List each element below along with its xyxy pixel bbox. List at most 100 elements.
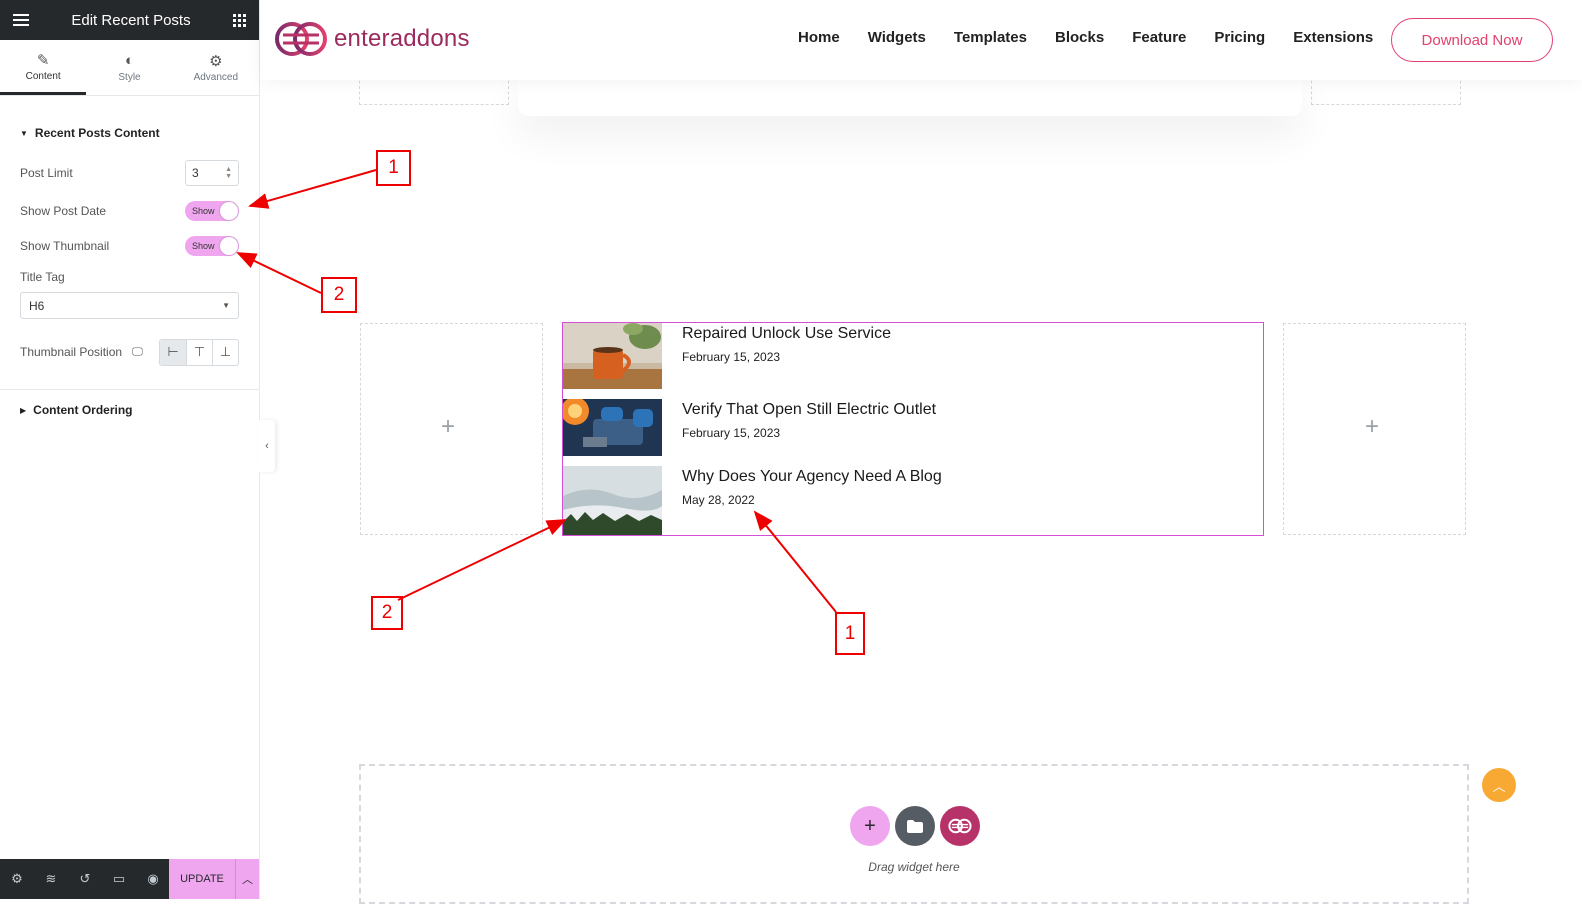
tab-style[interactable]: ◐ Style (86, 40, 172, 95)
history-icon[interactable]: ↺ (68, 871, 102, 887)
post-limit-row: Post Limit 3 ▲ ▼ (0, 158, 259, 188)
toggle-knob (220, 237, 238, 255)
recent-posts-widget[interactable]: Repaired Unlock Use Service February 15,… (562, 322, 1264, 536)
stepper-arrows-icon[interactable]: ▲ ▼ (225, 166, 232, 180)
panel-tabs: ✎ Content ◐ Style ⚙ Advanced (0, 40, 259, 96)
list-item: Why Does Your Agency Need A Blog May 28,… (563, 466, 1263, 535)
show-post-date-toggle[interactable]: Show (185, 201, 239, 221)
title-tag-row: Title Tag (0, 262, 259, 292)
add-section-plus-icon[interactable]: + (850, 806, 890, 846)
post-thumbnail[interactable] (563, 466, 662, 535)
tab-style-label: Style (118, 72, 141, 83)
toggle-knob (220, 202, 238, 220)
annotation-label-2-canvas: 2 (371, 596, 403, 630)
caret-right-icon: ▶ (20, 405, 27, 415)
post-body: Repaired Unlock Use Service February 15,… (682, 323, 891, 389)
nav-widgets[interactable]: Widgets (868, 29, 926, 46)
preview-eye-icon[interactable]: ◉ (136, 871, 170, 887)
show-post-date-label: Show Post Date (20, 204, 107, 218)
position-bottom-icon[interactable]: ⊥ (212, 339, 238, 365)
main-nav: Home Widgets Templates Blocks Feature Pr… (798, 29, 1401, 46)
post-limit-label: Post Limit (20, 166, 73, 180)
logo-text: enteraddons (334, 25, 470, 52)
annotation-label-2: 2 (321, 277, 357, 313)
post-body: Why Does Your Agency Need A Blog May 28,… (682, 466, 942, 535)
settings-icon[interactable]: ⚙ (0, 871, 34, 887)
panel-title: Edit Recent Posts (71, 11, 191, 29)
caret-down-icon: ▼ (20, 128, 28, 138)
list-item: Verify That Open Still Electric Outlet F… (563, 399, 1263, 456)
collapse-panel-chevron-icon[interactable]: ‹ (259, 420, 275, 472)
editor-panel: Edit Recent Posts ✎ Content ◐ Style ⚙ Ad… (0, 0, 260, 899)
foggy-forest-image (563, 466, 662, 535)
hamburger-menu-icon[interactable] (13, 11, 29, 29)
annotation-label-1-canvas: 1 (835, 612, 865, 655)
nav-feature[interactable]: Feature (1132, 29, 1186, 46)
show-thumbnail-label: Show Thumbnail (20, 239, 110, 253)
coffee-mug-image (563, 323, 662, 389)
panel-footer: ⚙ ≋ ↺ ▭ ◉ UPDATE ︿ (0, 859, 259, 899)
add-element-plus-icon[interactable]: + (1365, 413, 1379, 441)
enteraddons-library-icon[interactable] (940, 806, 980, 846)
tab-content[interactable]: ✎ Content (0, 40, 87, 95)
post-title[interactable]: Verify That Open Still Electric Outlet (682, 400, 936, 420)
update-options-chevron-icon[interactable]: ︿ (235, 859, 259, 899)
title-tag-value: H6 (29, 298, 45, 313)
show-thumbnail-row: Show Thumbnail Show (0, 230, 259, 262)
engine-repair-image (563, 399, 662, 456)
site-header: enteraddons Home Widgets Templates Block… (260, 0, 1582, 80)
desktop-icon[interactable]: 🖵 (132, 346, 143, 359)
nav-extensions[interactable]: Extensions (1293, 29, 1373, 46)
site-logo[interactable]: enteraddons (274, 21, 470, 57)
dropdown-arrow-icon: ▼ (222, 301, 230, 310)
contrast-icon: ◐ (124, 52, 135, 69)
tab-advanced[interactable]: ⚙ Advanced (173, 40, 259, 95)
gear-icon: ⚙ (209, 53, 223, 70)
scroll-to-top-chevron-icon[interactable]: ︿ (1482, 768, 1516, 802)
nav-templates[interactable]: Templates (954, 29, 1027, 46)
template-library-folder-icon[interactable] (895, 806, 935, 846)
section-recent-posts-content[interactable]: ▼ Recent Posts Content (0, 108, 259, 158)
thumbnail-position-buttons: ⊢ ⊤ ⊥ (159, 338, 239, 366)
panel-header: Edit Recent Posts (0, 0, 259, 40)
show-thumbnail-toggle-text: Show (192, 241, 215, 251)
list-item: Repaired Unlock Use Service February 15,… (563, 323, 1263, 389)
title-tag-select[interactable]: H6 ▼ (20, 292, 239, 319)
add-element-plus-icon[interactable]: + (441, 413, 455, 441)
add-section-drop-zone[interactable]: + Drag widget here (359, 764, 1469, 904)
title-tag-label: Title Tag (20, 270, 65, 284)
post-date: May 28, 2022 (682, 493, 755, 507)
post-title[interactable]: Why Does Your Agency Need A Blog (682, 467, 942, 487)
drag-widget-hint: Drag widget here (868, 860, 960, 874)
section-content-ordering[interactable]: ▶ Content Ordering (0, 390, 259, 430)
nav-blocks[interactable]: Blocks (1055, 29, 1104, 46)
enteraddons-logo-icon (275, 22, 327, 56)
download-now-button[interactable]: Download Now (1391, 18, 1553, 62)
thumbnail-position-label: Thumbnail Position (20, 345, 123, 359)
nav-home[interactable]: Home (798, 29, 840, 46)
section-recent-posts-label: Recent Posts Content (34, 126, 160, 140)
post-limit-input[interactable]: 3 ▲ ▼ (185, 160, 239, 186)
tab-content-label: Content (25, 70, 61, 82)
show-thumbnail-toggle[interactable]: Show (185, 236, 239, 256)
show-post-date-toggle-text: Show (192, 206, 215, 216)
section-content-ordering-label: Content Ordering (33, 403, 133, 417)
post-body: Verify That Open Still Electric Outlet F… (682, 399, 936, 456)
update-button[interactable]: UPDATE (169, 859, 235, 899)
post-limit-value: 3 (192, 166, 199, 180)
widgets-grid-icon[interactable] (232, 13, 246, 27)
thumbnail-position-row: Thumbnail Position 🖵 ⊢ ⊤ ⊥ (0, 331, 259, 373)
post-date: February 15, 2023 (682, 350, 781, 364)
post-title[interactable]: Repaired Unlock Use Service (682, 324, 891, 344)
post-thumbnail[interactable] (563, 323, 662, 389)
annotation-label-1: 1 (376, 150, 411, 186)
layers-icon[interactable]: ≋ (34, 871, 68, 887)
post-thumbnail[interactable] (563, 399, 662, 456)
tab-advanced-label: Advanced (193, 72, 239, 83)
pencil-icon: ✎ (36, 51, 50, 69)
nav-pricing[interactable]: Pricing (1214, 29, 1265, 46)
responsive-icon[interactable]: ▭ (102, 871, 136, 887)
post-date: February 15, 2023 (682, 426, 781, 440)
position-left-icon[interactable]: ⊢ (160, 339, 186, 365)
position-top-icon[interactable]: ⊤ (186, 339, 212, 365)
